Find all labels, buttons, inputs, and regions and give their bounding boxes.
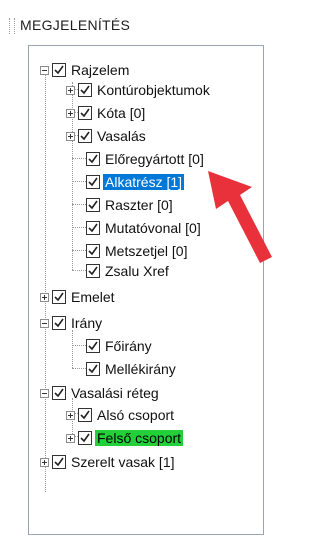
checkbox-checkmark-icon[interactable] [52, 386, 66, 400]
tree-item-label[interactable]: Metszetjel [0] [103, 243, 189, 259]
checkbox-checkmark-icon[interactable] [86, 198, 100, 212]
checkbox-checkmark-icon[interactable] [86, 264, 100, 278]
collapse-toggle-icon[interactable] [40, 65, 49, 75]
tree-item-label[interactable]: Vasalási réteg [69, 385, 161, 401]
tree-item[interactable]: Mutatóvonal [0] [86, 217, 203, 239]
tree-item-label[interactable]: Mellékirány [103, 361, 178, 377]
tree-item-label[interactable]: Raszter [0] [103, 197, 175, 213]
tree-item-label[interactable]: Felső csoport [95, 430, 184, 446]
drag-grip-icon[interactable] [9, 18, 15, 34]
checkbox-checkmark-icon[interactable] [86, 175, 100, 189]
tree-item-label[interactable]: Előregyártott [0] [103, 151, 206, 167]
tree-item[interactable]: Emelet [40, 286, 117, 308]
tree-item-label[interactable]: Vasalás [95, 128, 148, 144]
checkbox-checkmark-icon[interactable] [52, 455, 66, 469]
tree-item-label[interactable]: Zsalu Xref [103, 263, 171, 279]
expand-toggle-icon[interactable] [40, 292, 49, 302]
panel-header: MEGJELENÍTÉS [0, 0, 276, 44]
expand-toggle-icon[interactable] [66, 410, 75, 420]
checkbox-checkmark-icon[interactable] [78, 83, 92, 97]
tree-item[interactable]: Metszetjel [0] [86, 240, 189, 262]
tree-item[interactable]: Vasalás [66, 125, 148, 147]
tree-item[interactable]: Mellékirány [86, 358, 178, 380]
tree-item-label[interactable]: Kontúrobjektumok [95, 82, 212, 98]
tree-item[interactable]: Vasalási réteg [40, 382, 161, 404]
tree-item[interactable]: Főirány [86, 335, 154, 357]
tree-item-label[interactable]: Alsó csoport [95, 407, 176, 423]
tree-item-label[interactable]: Főirány [103, 338, 154, 354]
checkbox-checkmark-icon[interactable] [86, 221, 100, 235]
tree-item[interactable]: Felső csoport [66, 427, 184, 449]
tree-item-label[interactable]: Emelet [69, 289, 117, 305]
tree-item-label[interactable]: Kóta [0] [95, 105, 147, 121]
collapse-toggle-icon[interactable] [40, 388, 49, 398]
expand-toggle-icon[interactable] [66, 85, 75, 95]
tree-item[interactable]: Kontúrobjektumok [66, 79, 212, 101]
expand-toggle-icon[interactable] [66, 433, 75, 443]
tree-item[interactable]: Alkatrész [1] [86, 171, 185, 193]
tree-item-label[interactable]: Irány [69, 315, 104, 331]
checkbox-checkmark-icon[interactable] [52, 63, 66, 77]
checkbox-checkmark-icon[interactable] [78, 129, 92, 143]
expand-toggle-icon[interactable] [66, 108, 75, 118]
collapse-toggle-icon[interactable] [40, 318, 49, 328]
tree-item-label[interactable]: Szerelt vasak [1] [69, 454, 177, 470]
checkbox-checkmark-icon[interactable] [86, 339, 100, 353]
checkbox-checkmark-icon[interactable] [78, 408, 92, 422]
expand-toggle-icon[interactable] [66, 131, 75, 141]
panel-title: MEGJELENÍTÉS [20, 17, 131, 33]
checkbox-checkmark-icon[interactable] [86, 362, 100, 376]
checkbox-checkmark-icon[interactable] [78, 106, 92, 120]
checkbox-checkmark-icon[interactable] [86, 152, 100, 166]
tree-item[interactable]: Raszter [0] [86, 194, 175, 216]
tree-item[interactable]: Zsalu Xref [86, 260, 171, 282]
checkbox-checkmark-icon[interactable] [52, 290, 66, 304]
tree-item-label[interactable]: Mutatóvonal [0] [103, 220, 203, 236]
checkbox-checkmark-icon[interactable] [52, 316, 66, 330]
checkbox-checkmark-icon[interactable] [78, 431, 92, 445]
tree-item[interactable]: Rajzelem [40, 59, 131, 81]
tree-item-label[interactable]: Rajzelem [69, 62, 131, 78]
expand-toggle-icon[interactable] [40, 457, 49, 467]
tree-item[interactable]: Irány [40, 312, 104, 334]
tree-item[interactable]: Alsó csoport [66, 404, 176, 426]
tree-item[interactable]: Előregyártott [0] [86, 148, 206, 170]
tree-item-label[interactable]: Alkatrész [1] [103, 174, 185, 190]
tree-item[interactable]: Szerelt vasak [1] [40, 451, 177, 473]
checkbox-checkmark-icon[interactable] [86, 244, 100, 258]
pointer-arrow-icon [208, 171, 272, 263]
tree-item[interactable]: Kóta [0] [66, 102, 147, 124]
